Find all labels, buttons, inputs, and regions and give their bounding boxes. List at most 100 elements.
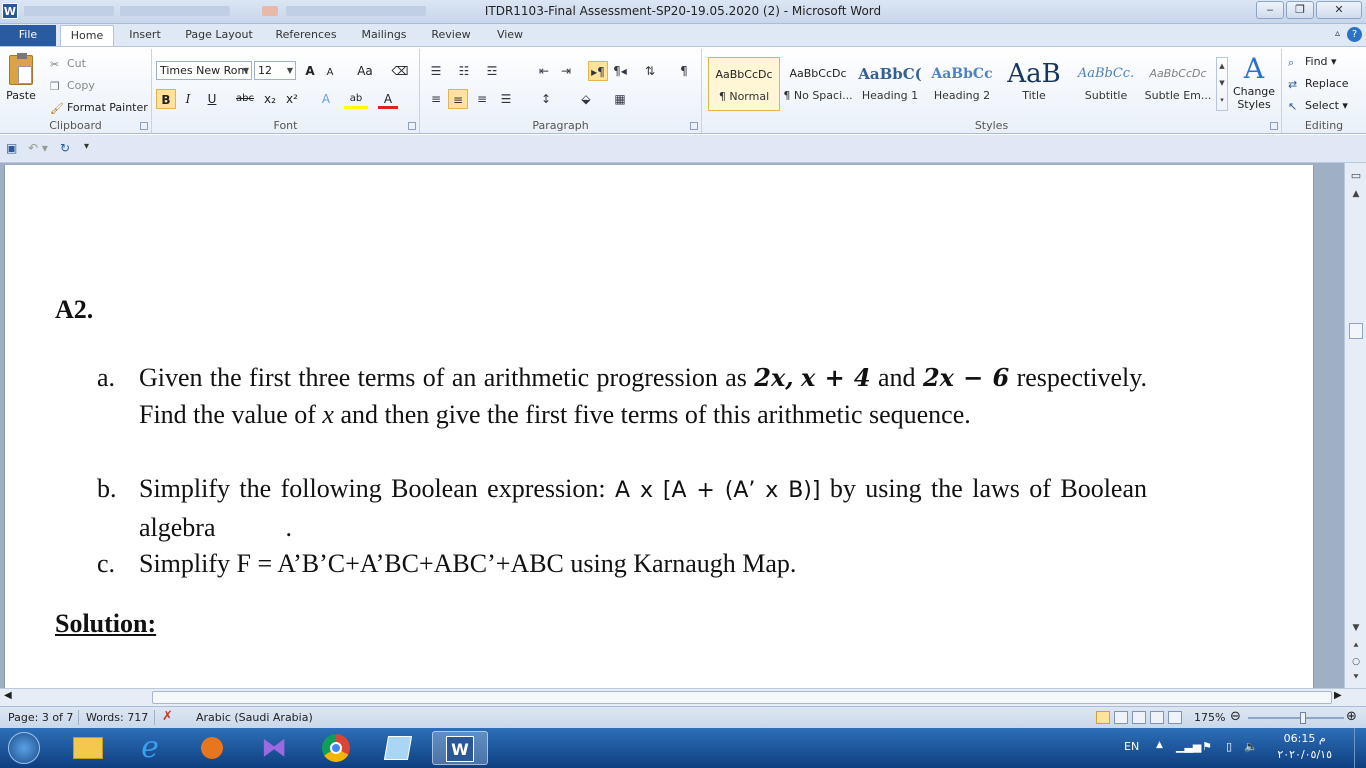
cut-button[interactable]: ✂ Cut xyxy=(50,57,86,71)
clock[interactable]: 06:15 م ٢٠٢٠/٠٥/١٥ xyxy=(1277,731,1332,763)
italic-button[interactable]: I xyxy=(178,89,198,109)
close-button[interactable]: ✕ xyxy=(1316,1,1362,19)
superscript-button[interactable]: x² xyxy=(282,89,302,109)
align-right-icon[interactable]: ≡ xyxy=(472,89,492,109)
ruler-toggle-icon[interactable]: ▭ xyxy=(1349,169,1363,182)
horizontal-scroll-thumb[interactable] xyxy=(152,691,1332,704)
word-count[interactable]: Words: 717 xyxy=(86,711,148,724)
undo-icon[interactable]: ↶ ▾ xyxy=(28,141,48,155)
language-indicator[interactable]: Arabic (Saudi Arabia) xyxy=(196,711,313,724)
print-layout-view-icon[interactable] xyxy=(1096,711,1110,724)
find-button[interactable]: ⌕ Find ▾ xyxy=(1288,55,1337,69)
scroll-down-icon[interactable]: ▼ xyxy=(1349,623,1363,633)
replace-button[interactable]: ⇄ Replace xyxy=(1288,77,1349,91)
subscript-button[interactable]: x₂ xyxy=(260,89,280,109)
copy-button[interactable]: ❐ Copy xyxy=(50,79,95,93)
redo-icon[interactable]: ↻ xyxy=(60,141,70,155)
taskbar-notes[interactable] xyxy=(370,731,426,765)
paragraph-launcher-icon[interactable] xyxy=(690,122,698,130)
language-tray[interactable]: EN xyxy=(1124,740,1139,753)
borders-icon[interactable]: ▦ xyxy=(610,89,630,109)
proofing-error-icon[interactable]: ✗ xyxy=(162,709,173,724)
taskbar-ie[interactable]: e xyxy=(122,731,178,765)
sort-icon[interactable]: ⇅ xyxy=(640,61,660,81)
zoom-slider-handle[interactable] xyxy=(1300,712,1306,724)
style-title[interactable]: AaB Title xyxy=(998,57,1070,111)
style-subtle-emphasis[interactable]: AaBbCcDc Subtle Em... xyxy=(1142,57,1214,111)
draft-view-icon[interactable] xyxy=(1168,711,1182,724)
clear-formatting-icon[interactable]: ⌫ xyxy=(390,61,410,81)
change-case-button[interactable]: Aa xyxy=(350,61,380,81)
scroll-left-icon[interactable]: ◀ xyxy=(4,690,12,701)
align-left-icon[interactable]: ≡ xyxy=(426,89,446,109)
style-heading-2[interactable]: AaBbCc Heading 2 xyxy=(926,57,998,111)
change-styles-button[interactable]: A Change Styles xyxy=(1232,53,1276,112)
scroll-thumb[interactable] xyxy=(1349,323,1363,339)
shading-icon[interactable]: ⬙ xyxy=(576,89,596,109)
taskbar-media[interactable] xyxy=(184,731,240,765)
scroll-right-icon[interactable]: ▶ xyxy=(1334,690,1342,701)
font-size-combo[interactable]: 12 ▼ xyxy=(254,61,296,80)
scroll-up-icon[interactable]: ▲ xyxy=(1349,189,1363,199)
taskbar-chrome[interactable] xyxy=(308,731,364,765)
signal-icon[interactable]: ▁▃▅ xyxy=(1176,740,1201,753)
line-spacing-icon[interactable]: ↕ xyxy=(536,89,556,109)
horizontal-scrollbar[interactable]: ◀ ▶ xyxy=(0,688,1366,706)
document-page[interactable]: A2. a. Given the first three terms of an… xyxy=(4,165,1314,688)
customize-qat-icon[interactable]: ▾ xyxy=(84,141,89,152)
minimize-button[interactable]: ‒ xyxy=(1256,1,1284,19)
zoom-level[interactable]: 175% xyxy=(1194,711,1225,724)
tab-home[interactable]: Home xyxy=(60,25,114,46)
justify-icon[interactable]: ☰ xyxy=(496,89,516,109)
tab-review[interactable]: Review xyxy=(426,25,476,46)
tab-mailings[interactable]: Mailings xyxy=(354,25,414,46)
rtl-direction-icon[interactable]: ¶◂ xyxy=(610,61,630,81)
full-screen-reading-icon[interactable] xyxy=(1114,711,1128,724)
tab-view[interactable]: View xyxy=(490,25,530,46)
taskbar-visual-studio[interactable]: ⧓ xyxy=(246,731,302,765)
style-no-spacing[interactable]: AaBbCcDc ¶ No Spaci... xyxy=(782,57,854,111)
grow-font-button[interactable]: A xyxy=(300,61,320,81)
font-launcher-icon[interactable] xyxy=(408,122,416,130)
taskbar-explorer[interactable] xyxy=(60,731,116,765)
tab-references[interactable]: References xyxy=(270,25,342,46)
minimize-ribbon-icon[interactable]: ▵ xyxy=(1335,28,1340,39)
taskbar-word[interactable]: W xyxy=(432,731,488,765)
underline-button[interactable]: U xyxy=(202,89,222,109)
increase-indent-icon[interactable]: ⇥ xyxy=(556,61,576,81)
battery-icon[interactable]: ▯ xyxy=(1226,740,1232,753)
zoom-in-icon[interactable]: ⊕ xyxy=(1346,709,1357,724)
show-marks-button[interactable]: ¶ xyxy=(674,61,694,81)
outline-view-icon[interactable] xyxy=(1150,711,1164,724)
shrink-font-button[interactable]: A xyxy=(320,63,340,83)
style-heading-1[interactable]: AaBbC( Heading 1 xyxy=(854,57,926,111)
vertical-scrollbar[interactable]: ▭ ▲ ▼ ⯅ ○ ⯆ xyxy=(1344,163,1366,688)
flag-icon[interactable]: ⚑ xyxy=(1202,740,1212,753)
numbering-icon[interactable]: ☷ xyxy=(454,61,474,81)
page-count[interactable]: Page: 3 of 7 xyxy=(8,711,73,724)
help-icon[interactable]: ? xyxy=(1347,27,1362,42)
format-painter-button[interactable]: 🖌 Format Painter xyxy=(50,101,148,115)
show-hidden-icons[interactable]: ▲ xyxy=(1156,740,1163,750)
font-name-combo[interactable]: Times New Rom ▼ xyxy=(156,61,252,80)
clipboard-launcher-icon[interactable] xyxy=(140,122,148,130)
style-normal[interactable]: AaBbCcDc ¶ Normal xyxy=(708,57,780,111)
next-page-icon[interactable]: ⯆ xyxy=(1349,673,1363,683)
highlight-button[interactable]: ab xyxy=(344,89,368,109)
show-desktop-button[interactable] xyxy=(1354,728,1366,768)
bullets-icon[interactable]: ☰ xyxy=(426,61,446,81)
restore-button[interactable]: ❐ xyxy=(1286,1,1314,19)
browse-object-icon[interactable]: ○ xyxy=(1349,657,1363,667)
style-subtitle[interactable]: AaBbCc. Subtitle xyxy=(1070,57,1142,111)
styles-gallery-scroll[interactable]: ▲ ▼ ▾ xyxy=(1216,57,1228,111)
multilevel-list-icon[interactable]: ☲ xyxy=(482,61,502,81)
ltr-direction-icon[interactable]: ▸¶ xyxy=(588,61,608,81)
tab-insert[interactable]: Insert xyxy=(122,25,168,46)
volume-icon[interactable]: 🔈 xyxy=(1244,740,1258,753)
start-button[interactable] xyxy=(2,731,46,765)
paste-button[interactable]: Paste xyxy=(6,53,36,113)
zoom-slider[interactable] xyxy=(1248,717,1344,719)
zoom-out-icon[interactable]: ⊖ xyxy=(1230,709,1241,724)
save-icon[interactable]: ▣ xyxy=(6,141,17,155)
strikethrough-button[interactable]: abc xyxy=(232,89,258,109)
